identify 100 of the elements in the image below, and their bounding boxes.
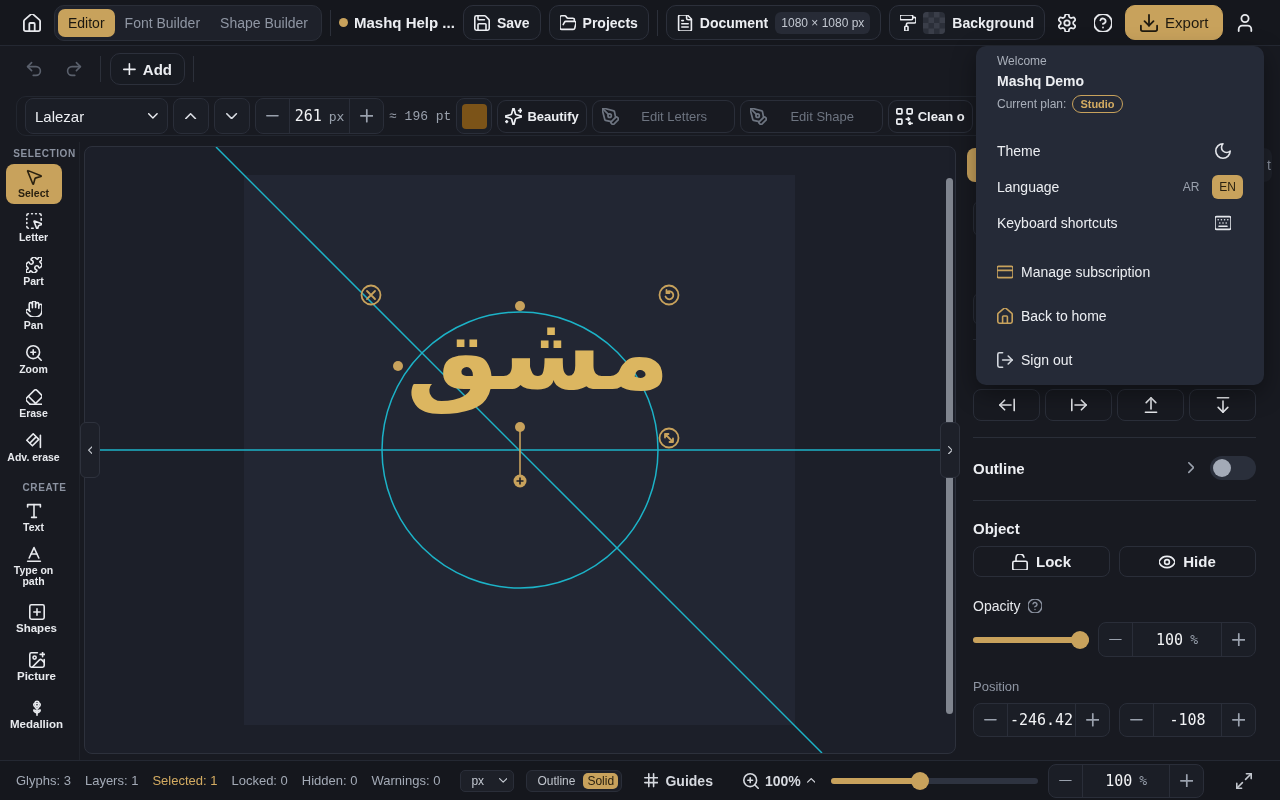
zoom-slider[interactable] — [831, 771, 1039, 790]
tool-button[interactable]: Text — [5, 498, 62, 538]
puzzle-icon — [25, 257, 42, 273]
arrow-left-to-bar-icon — [998, 397, 1015, 413]
pivot-handle[interactable] — [515, 422, 525, 476]
status-stat: Layers: 1 — [84, 773, 139, 788]
mode-tab[interactable]: Editor — [58, 8, 115, 37]
opacity-field[interactable]: 100 % — [1132, 623, 1222, 656]
field-label: Opacity — [973, 598, 1021, 614]
minus-icon — [1130, 719, 1143, 721]
language-option[interactable]: EN — [1212, 175, 1243, 199]
tool-button[interactable]: Zoom — [5, 340, 62, 380]
eraser-icon — [25, 433, 42, 449]
plus-icon — [1085, 713, 1100, 727]
view-mode-option[interactable]: Outline — [533, 772, 580, 789]
checkerboard-swatch-icon — [923, 11, 946, 34]
tool-button[interactable]: Type on path — [5, 542, 62, 591]
size-badge: 1080 × 1080 px — [775, 11, 871, 34]
tool-button[interactable]: Letter — [5, 208, 62, 248]
tool-button[interactable]: Pan — [5, 296, 62, 336]
scrollbar[interactable] — [946, 178, 953, 714]
eraser-icon — [25, 389, 42, 405]
status-stat: Locked: 0 — [231, 773, 288, 788]
zoom-in-icon — [25, 345, 42, 361]
help-icon — [1094, 13, 1113, 32]
font-select[interactable]: Lalezar — [25, 98, 168, 134]
projects-button[interactable]: Projects — [548, 5, 649, 40]
plus-icon[interactable] — [513, 474, 527, 488]
section-heading: CREATE — [22, 482, 67, 494]
plus-icon — [359, 109, 374, 123]
tool-button[interactable]: Shapes — [3, 599, 70, 639]
save-button[interactable]: Save — [462, 5, 541, 40]
align-button[interactable] — [1189, 389, 1256, 421]
size-field[interactable]: 261 px — [289, 99, 350, 133]
outline-toggle[interactable] — [1210, 456, 1256, 480]
clean-button[interactable]: Clean o — [887, 99, 973, 133]
credit-card-icon — [997, 264, 1013, 280]
tool-button[interactable]: Select — [5, 164, 62, 204]
keyboard-icon — [1215, 215, 1231, 231]
hand-icon — [25, 301, 42, 317]
align-button[interactable] — [1045, 389, 1112, 421]
section-title: Outline — [973, 459, 1025, 477]
folder-icon — [559, 14, 576, 31]
lock-button[interactable]: Lock — [973, 546, 1110, 577]
welcome-text: Welcome — [997, 54, 1048, 68]
position-field[interactable]: -108 — [1153, 704, 1222, 736]
export-button[interactable]: Export — [1125, 5, 1224, 40]
color-picker[interactable] — [456, 98, 493, 134]
resize-icon[interactable] — [658, 427, 680, 449]
help-icon[interactable] — [1028, 599, 1043, 613]
tool-button[interactable]: Picture — [3, 647, 70, 687]
beautify-button[interactable]: Beautify — [497, 99, 587, 133]
status-stat: Hidden: 0 — [301, 773, 358, 788]
mode-tab[interactable]: Font Builder — [114, 8, 211, 37]
home-menu-item[interactable]: Back to home — [997, 294, 1243, 338]
theme-menu-item[interactable]: Theme — [997, 133, 1243, 169]
letter-baseline-icon — [25, 546, 42, 562]
guides-button[interactable]: Guides — [644, 772, 713, 789]
status-stat: Glyphs: 3 — [16, 773, 71, 788]
chevron-up-icon — [185, 112, 197, 120]
unit-select[interactable]: px — [460, 769, 515, 792]
grid-arrows-icon — [895, 107, 913, 125]
opacity-slider[interactable] — [973, 630, 1089, 649]
subscription-menu-item[interactable]: Manage subscription — [997, 250, 1243, 294]
decrease-button[interactable] — [214, 98, 250, 134]
chevron-down-icon — [148, 113, 158, 119]
mode-tab[interactable]: Shape Builder — [210, 8, 318, 37]
align-button[interactable] — [973, 389, 1040, 421]
document-button[interactable]: Document 1080 × 1080 px — [665, 5, 882, 40]
zoom-level-button[interactable]: 100% — [742, 772, 816, 789]
dashed-select-icon — [25, 213, 42, 229]
tool-button[interactable]: Part — [5, 252, 62, 292]
grid-hash-icon — [644, 773, 659, 788]
section-heading: SELECTION — [13, 148, 76, 160]
save-icon — [473, 14, 490, 31]
moon-icon — [1215, 143, 1231, 159]
zoom-field[interactable]: 100 % — [1082, 764, 1171, 797]
close-icon[interactable] — [360, 284, 382, 306]
paint-roller-icon — [900, 14, 917, 31]
sign-out-menu-item[interactable]: Sign out — [997, 338, 1243, 382]
language-option[interactable]: AR — [1175, 175, 1207, 199]
field-label: Position — [973, 679, 1021, 694]
view-mode-option[interactable]: Solid — [583, 772, 619, 789]
chevron-up-icon — [806, 778, 816, 783]
align-button[interactable] — [1117, 389, 1184, 421]
tool-button[interactable]: Adv. erase — [5, 428, 62, 468]
hide-button[interactable]: Hide — [1119, 546, 1256, 577]
magnifier-plus-icon — [742, 772, 759, 789]
control-point[interactable] — [393, 361, 403, 371]
undo-icon — [26, 61, 42, 77]
shortcuts-menu-item[interactable]: Keyboard shortcuts — [997, 205, 1243, 241]
position-field[interactable]: -246.42 — [1007, 704, 1076, 736]
tool-button[interactable]: Erase — [5, 384, 62, 424]
minus-icon — [266, 115, 279, 117]
status-stat: Warnings: 0 — [371, 773, 441, 788]
user-icon — [1236, 13, 1255, 32]
add-button[interactable]: Add — [110, 53, 185, 85]
expand-icon — [1236, 772, 1252, 789]
tool-button[interactable]: Medallion — [3, 695, 70, 735]
background-button[interactable]: Background — [889, 5, 1046, 40]
